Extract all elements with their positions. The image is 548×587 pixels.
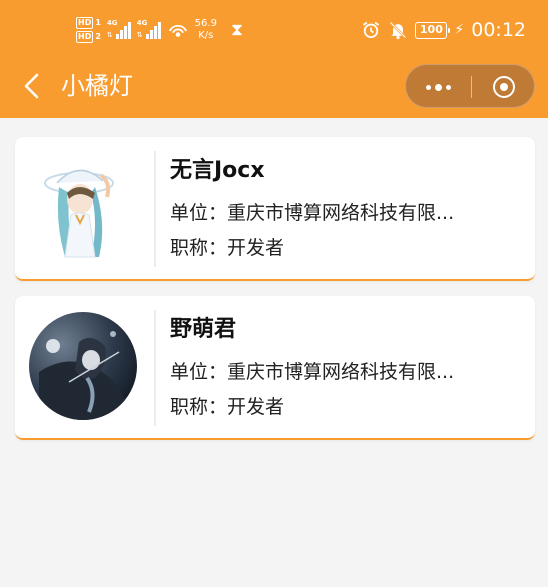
mini-program-capsule (405, 64, 535, 108)
card-divider (154, 151, 156, 267)
sim-indicators: HD 1 HD 2 (76, 17, 101, 43)
hd1-badge: HD (76, 17, 94, 29)
unit-label: 单位： (170, 361, 228, 383)
status-left: HD 1 HD 2 4G ⇅ 4G ⇅ 56.9 K/s ⧗ (76, 14, 243, 46)
wifi-hotspot-icon (168, 24, 187, 37)
more-dot-center (435, 83, 442, 91)
card-divider (154, 310, 156, 426)
contact-name: 无言Jocx (170, 158, 265, 183)
status-bar: HD 1 HD 2 4G ⇅ 4G ⇅ 56.9 K/s ⧗ 100 ⚡ 00:… (0, 0, 548, 58)
unit-value: 重庆市博算网络科技有限... (227, 361, 455, 383)
chevron-left-icon[interactable] (18, 71, 44, 101)
alarm-icon (363, 21, 380, 38)
title-value: 开发者 (227, 396, 285, 418)
contact-card-1[interactable]: 无言Jocx 单位：重庆市博算网络科技有限... 职称：开发者 (15, 137, 535, 281)
status-right: 100 ⚡ 00:12 (361, 14, 526, 46)
target-circle-icon (493, 76, 515, 98)
charging-bolt-icon: ⚡ (454, 22, 465, 38)
navigation-bar: 小橘灯 (0, 58, 548, 118)
title-label: 职称： (170, 237, 228, 259)
contact-name: 野萌君 (170, 317, 237, 342)
title-line: 职称：开发者 (170, 235, 510, 261)
bell-off-icon (390, 21, 407, 40)
avatar (29, 312, 137, 420)
signal-2-icon: 4G ⇅ (136, 19, 161, 39)
battery-icon: 100 (415, 21, 451, 39)
unit-label: 单位： (170, 202, 228, 224)
title-value: 开发者 (227, 237, 285, 259)
sim2-indicator: HD 2 (76, 31, 101, 43)
network-1-type: 4G (106, 19, 118, 27)
contact-card-2[interactable]: 野萌君 单位：重庆市博算网络科技有限... 职称：开发者 (15, 296, 535, 440)
unit-line: 单位：重庆市博算网络科技有限... (170, 200, 510, 226)
title-line: 职称：开发者 (170, 394, 510, 420)
speed-unit: K/s (198, 30, 214, 41)
close-button[interactable] (472, 65, 536, 109)
status-time: 00:12 (471, 19, 526, 41)
unit-line: 单位：重庆市博算网络科技有限... (170, 359, 510, 385)
page-title: 小橘灯 (61, 72, 133, 100)
unit-value: 重庆市博算网络科技有限... (227, 202, 455, 224)
title-label: 职称： (170, 396, 228, 418)
sim1-number: 1 (95, 18, 101, 27)
more-dots-icon (426, 84, 431, 90)
network-speed: 56.9 K/s (195, 18, 217, 42)
sim1-indicator: HD 1 (76, 17, 101, 29)
avatar (29, 153, 137, 261)
signal-1-icon: 4G ⇅ (106, 19, 131, 39)
network-2-type: 4G (136, 19, 148, 27)
sim2-number: 2 (95, 32, 101, 41)
hourglass-icon: ⧗ (230, 20, 243, 40)
hd2-badge: HD (76, 31, 94, 43)
speed-value: 56.9 (194, 18, 217, 29)
more-dot-right (446, 84, 451, 90)
battery-level: 100 (419, 22, 443, 36)
more-button[interactable] (406, 65, 471, 109)
header: HD 1 HD 2 4G ⇅ 4G ⇅ 56.9 K/s ⧗ 100 ⚡ 00:… (0, 0, 548, 118)
